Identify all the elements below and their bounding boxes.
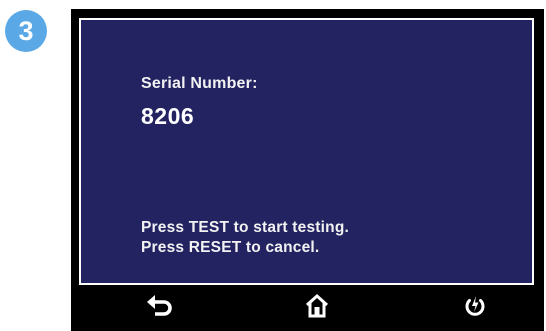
- device-display: Serial Number: 8206 Press TEST to start …: [71, 9, 544, 331]
- back-button[interactable]: [139, 286, 183, 326]
- step-number-badge: 3: [5, 10, 47, 52]
- power-icon: [463, 293, 487, 319]
- back-arrow-icon: [146, 293, 176, 319]
- bottom-nav-bar: [71, 284, 544, 331]
- lcd-screen: Serial Number: 8206 Press TEST to start …: [79, 18, 534, 285]
- instruction-reset: Press RESET to cancel.: [141, 239, 320, 256]
- power-button[interactable]: [453, 286, 497, 326]
- instruction-test: Press TEST to start testing.: [141, 219, 350, 236]
- home-button[interactable]: [295, 286, 339, 326]
- serial-number-label: Serial Number:: [141, 75, 258, 92]
- serial-number-value: 8206: [141, 103, 195, 129]
- home-icon: [304, 293, 330, 319]
